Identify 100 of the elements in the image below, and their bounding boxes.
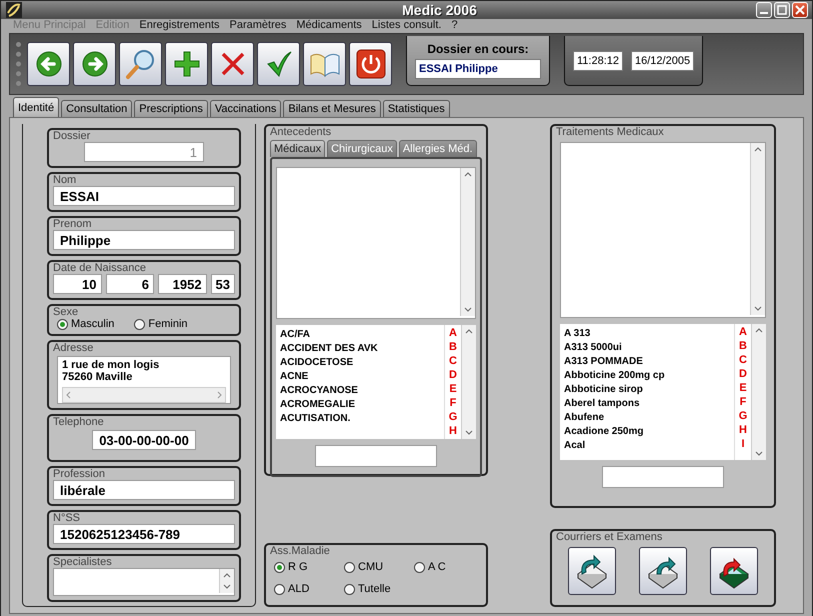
close-button[interactable]: [792, 2, 808, 18]
index-letter[interactable]: B: [735, 339, 751, 353]
index-letter[interactable]: B: [445, 340, 461, 354]
list-item[interactable]: A313 5000ui: [564, 341, 730, 355]
radio-button[interactable]: [344, 562, 355, 572]
input-field[interactable]: 6: [106, 274, 154, 294]
tab[interactable]: Statistiques: [382, 100, 450, 117]
date-field: 16/12/2005: [631, 50, 694, 70]
tab[interactable]: Consultation: [61, 100, 132, 117]
list-item[interactable]: Abboticine sirop: [564, 383, 730, 397]
menu-item[interactable]: Médicaments: [296, 19, 362, 31]
toolbar-button[interactable]: [349, 42, 392, 86]
tab[interactable]: Identité: [13, 97, 60, 117]
field-label: Adresse: [53, 342, 94, 354]
index-letter[interactable]: A: [735, 325, 751, 339]
text-area[interactable]: [560, 142, 766, 318]
search-icon: [124, 48, 156, 80]
list-item[interactable]: ACROMEGALIE: [280, 398, 440, 412]
toolbar-button[interactable]: [211, 42, 254, 86]
list-item[interactable]: ACROCYANOSE: [280, 384, 440, 398]
list-item[interactable]: A313 POMMADE: [564, 355, 730, 369]
list-item[interactable]: Acadione 250mg: [564, 425, 730, 439]
list-item[interactable]: Acal: [564, 439, 730, 453]
list-item[interactable]: Abufene: [564, 411, 730, 425]
index-letter[interactable]: C: [445, 354, 461, 368]
tray-button[interactable]: [638, 547, 687, 595]
vertical-scrollbar[interactable]: [750, 143, 765, 315]
index-letter[interactable]: D: [445, 368, 461, 382]
tab[interactable]: Chirurgicaux: [327, 140, 397, 157]
list-item[interactable]: ACIDOCETOSE: [280, 356, 440, 370]
radio-button[interactable]: [57, 318, 68, 330]
list-item[interactable]: ACNE: [280, 370, 440, 384]
index-letter[interactable]: I: [735, 437, 751, 451]
input-field[interactable]: 1952: [158, 274, 207, 294]
vertical-scrollbar[interactable]: [219, 569, 234, 593]
radio-button[interactable]: [344, 584, 355, 594]
maximize-button[interactable]: [774, 2, 790, 18]
index-letter[interactable]: H: [445, 424, 461, 438]
input-field[interactable]: [53, 568, 235, 596]
check-icon: [264, 50, 292, 78]
list-item[interactable]: AC/FA: [280, 328, 440, 342]
field-label: Dossier: [53, 130, 92, 142]
menu-item[interactable]: Paramètres: [230, 19, 286, 31]
input-field[interactable]: 1520625123456-789: [53, 524, 235, 544]
vertical-scrollbar[interactable]: [461, 325, 476, 439]
input-field[interactable]: Philippe: [53, 230, 235, 250]
text-area[interactable]: [276, 167, 476, 319]
menu-item[interactable]: Listes consult.: [372, 19, 442, 31]
toolbar-button[interactable]: [303, 42, 346, 86]
radio-button[interactable]: [274, 584, 285, 594]
index-letter[interactable]: C: [735, 353, 751, 367]
index-letter[interactable]: F: [735, 395, 751, 409]
menu-item[interactable]: ?: [451, 19, 458, 31]
tab[interactable]: Bilans et Mesures: [283, 100, 381, 117]
minimize-button[interactable]: [756, 2, 772, 18]
field-label: Prenom: [53, 218, 93, 230]
index-letter[interactable]: G: [445, 410, 461, 424]
group-title: Ass.Maladie: [270, 545, 331, 557]
index-letter[interactable]: A: [445, 326, 461, 340]
index-letter[interactable]: H: [735, 423, 751, 437]
radio-button[interactable]: [274, 562, 285, 572]
field-label: Nom: [53, 174, 78, 186]
index-letter[interactable]: E: [735, 381, 751, 395]
index-letter[interactable]: G: [735, 409, 751, 423]
radio-button[interactable]: [134, 318, 146, 330]
tab[interactable]: Médicaux: [270, 140, 326, 157]
tab[interactable]: Prescriptions: [134, 100, 208, 117]
address-field[interactable]: 1 rue de mon logis 75260 Maville: [57, 356, 231, 404]
input-field[interactable]: [315, 445, 437, 467]
input-field[interactable]: ESSAI: [53, 186, 235, 206]
input-field[interactable]: [602, 466, 724, 488]
input-field[interactable]: libérale: [53, 480, 235, 500]
toolbar-button[interactable]: [27, 42, 70, 86]
list-item[interactable]: Aberel tampons: [564, 397, 730, 411]
tab[interactable]: Vaccinations: [210, 100, 282, 117]
toolbar-button[interactable]: [257, 42, 300, 86]
input-field[interactable]: 03-00-00-00-00: [92, 430, 196, 450]
input-field[interactable]: 53: [210, 274, 236, 294]
input-field[interactable]: 10: [53, 274, 102, 294]
index-letter[interactable]: F: [445, 396, 461, 410]
tray-button[interactable]: [710, 547, 758, 595]
menu-item[interactable]: Enregistrements: [139, 19, 220, 31]
toolbar-button[interactable]: [73, 42, 116, 86]
toolbar-button[interactable]: [165, 42, 208, 86]
radio-label: ALD: [288, 583, 310, 595]
toolbar-button[interactable]: [119, 42, 162, 86]
radio-label: Masculin: [71, 318, 114, 330]
tab[interactable]: Allergies Méd.: [398, 140, 477, 157]
vertical-scrollbar[interactable]: [460, 168, 475, 316]
list-item[interactable]: A 313: [564, 327, 730, 341]
index-letter[interactable]: D: [735, 367, 751, 381]
close-icon: [795, 5, 805, 15]
tray-button[interactable]: [568, 547, 616, 595]
maximize-icon: [777, 5, 787, 15]
list-item[interactable]: ACCIDENT DES AVK: [280, 342, 440, 356]
list-item[interactable]: Abboticine 200mg cp: [564, 369, 730, 383]
vertical-scrollbar[interactable]: [751, 324, 766, 460]
list-item[interactable]: ACUTISATION.: [280, 412, 440, 426]
radio-button[interactable]: [414, 562, 425, 572]
index-letter[interactable]: E: [445, 382, 461, 396]
